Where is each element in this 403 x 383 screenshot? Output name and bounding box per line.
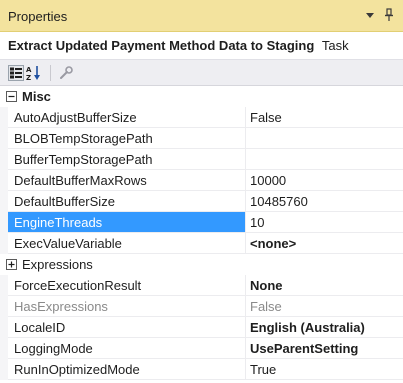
property-pages-icon[interactable]: [58, 65, 74, 81]
row-gutter: [0, 338, 8, 359]
property-row-runinoptimizedmode[interactable]: RunInOptimizedMode True: [0, 359, 403, 380]
expand-icon[interactable]: [6, 259, 17, 270]
row-gutter: [0, 275, 8, 296]
properties-window: Properties Extract Updated Payment Metho…: [0, 0, 403, 383]
window-position-dropdown-icon[interactable]: [364, 9, 376, 21]
row-gutter: [0, 359, 8, 380]
property-value[interactable]: [246, 149, 403, 170]
property-row-localeid[interactable]: LocaleID English (Australia): [0, 317, 403, 338]
property-value[interactable]: True: [246, 359, 403, 380]
row-gutter: [0, 317, 8, 338]
property-value[interactable]: False: [246, 107, 403, 128]
pin-icon[interactable]: [383, 8, 395, 22]
property-name-selected: EngineThreads: [8, 212, 246, 233]
property-row-defaultbuffermaxrows[interactable]: DefaultBufferMaxRows 10000: [0, 170, 403, 191]
alphabetical-icon[interactable]: A Z: [26, 65, 42, 81]
panel-title: Properties: [8, 9, 68, 24]
object-selector[interactable]: Extract Updated Payment Method Data to S…: [0, 32, 403, 59]
property-value[interactable]: English (Australia): [246, 317, 403, 338]
property-row-forceexecutionresult[interactable]: ForceExecutionResult None: [0, 275, 403, 296]
property-name: AutoAdjustBufferSize: [8, 107, 246, 128]
property-row-blobtempstoragepath[interactable]: BLOBTempStoragePath: [0, 128, 403, 149]
categorized-icon[interactable]: [8, 65, 24, 81]
property-value[interactable]: 10: [246, 212, 403, 233]
property-value[interactable]: None: [246, 275, 403, 296]
property-row-defaultbuffersize[interactable]: DefaultBufferSize 10485760: [0, 191, 403, 212]
properties-toolbar: A Z: [0, 59, 403, 86]
property-name: ExecValueVariable: [8, 233, 246, 254]
properties-title-bar: Properties: [0, 0, 403, 32]
category-misc[interactable]: Misc: [0, 86, 403, 107]
property-grid: Misc AutoAdjustBufferSize False BLOBTemp…: [0, 86, 403, 383]
svg-text:Z: Z: [26, 74, 31, 81]
property-name: HasExpressions: [8, 296, 246, 317]
object-name: Extract Updated Payment Method Data to S…: [8, 38, 315, 53]
property-name: ForceExecutionResult: [8, 275, 246, 296]
collapse-icon[interactable]: [6, 91, 17, 102]
property-row-autoadjustbuffersize[interactable]: AutoAdjustBufferSize False: [0, 107, 403, 128]
property-value[interactable]: 10485760: [246, 191, 403, 212]
property-name: LoggingMode: [8, 338, 246, 359]
property-name: LocaleID: [8, 317, 246, 338]
property-value[interactable]: UseParentSetting: [246, 338, 403, 359]
property-row-hasexpressions: HasExpressions False: [0, 296, 403, 317]
property-value[interactable]: [246, 128, 403, 149]
row-gutter: [0, 170, 8, 191]
property-name: BufferTempStoragePath: [8, 149, 246, 170]
category-label: Misc: [22, 89, 51, 104]
property-name: RunInOptimizedMode: [8, 359, 246, 380]
svg-text:A: A: [26, 66, 32, 74]
row-gutter: [0, 212, 8, 233]
category-label: Expressions: [22, 257, 93, 272]
row-gutter: [0, 191, 8, 212]
property-value[interactable]: 10000: [246, 170, 403, 191]
property-row-enginethreads[interactable]: EngineThreads 10: [0, 212, 403, 233]
property-row-execvaluevariable[interactable]: ExecValueVariable <none>: [0, 233, 403, 254]
object-type: Task: [321, 38, 349, 53]
row-gutter: [0, 233, 8, 254]
property-value[interactable]: <none>: [246, 233, 403, 254]
row-gutter: [0, 296, 8, 317]
row-gutter: [0, 107, 8, 128]
row-gutter: [0, 128, 8, 149]
property-name: DefaultBufferSize: [8, 191, 246, 212]
property-name: BLOBTempStoragePath: [8, 128, 246, 149]
property-value: False: [246, 296, 403, 317]
property-row-loggingmode[interactable]: LoggingMode UseParentSetting: [0, 338, 403, 359]
toolbar-separator: [50, 65, 51, 81]
row-gutter: [0, 149, 8, 170]
property-row-buffertempstoragepath[interactable]: BufferTempStoragePath: [0, 149, 403, 170]
category-expressions[interactable]: Expressions: [0, 254, 403, 275]
property-name: DefaultBufferMaxRows: [8, 170, 246, 191]
